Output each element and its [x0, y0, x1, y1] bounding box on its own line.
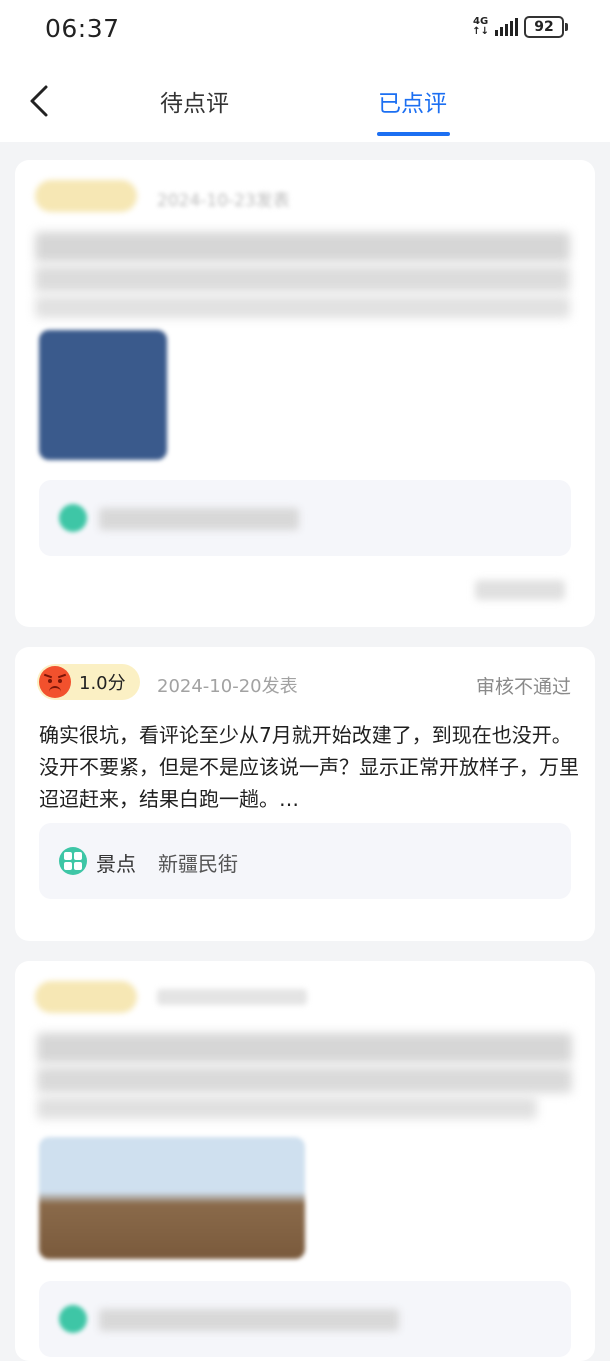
- review-text[interactable]: 确实很坑，看评论至少从7月就开始改建了，到现在也没开。没开不要紧，但是不是应该说…: [39, 719, 579, 815]
- review-date: 2024-10-20发表: [157, 676, 298, 697]
- review-date: 2024-10-23发表: [157, 191, 290, 211]
- score-pill: [35, 180, 137, 212]
- blurred-date: [157, 989, 307, 1005]
- battery-icon: 92: [524, 16, 568, 38]
- top-nav: 待点评 已点评: [0, 62, 610, 142]
- review-card[interactable]: 2024-10-23发表: [15, 160, 595, 627]
- tab-pending[interactable]: 待点评: [160, 84, 229, 118]
- blurred-text-line: [35, 266, 570, 292]
- attraction-icon: [59, 504, 87, 532]
- review-card[interactable]: 1.0分 2024-10-20发表 审核不通过 确实很坑，看评论至少从7月就开始…: [15, 647, 595, 941]
- signal-icon: [495, 18, 518, 36]
- place-name: 新疆民街: [158, 852, 238, 876]
- blurred-text-line: [37, 1033, 572, 1063]
- blurred-place-name: [99, 508, 299, 530]
- tab-active-indicator: [377, 132, 450, 136]
- place-box[interactable]: [39, 1281, 571, 1357]
- blurred-text-line: [37, 1097, 537, 1119]
- score-pill: 1.0分: [37, 664, 140, 700]
- attraction-icon: [59, 847, 87, 875]
- place-box[interactable]: [39, 480, 571, 556]
- review-score: 1.0分: [79, 673, 126, 694]
- status-icons: 4G ↑↓ 92: [472, 16, 568, 38]
- status-bar: 06:37 4G ↑↓ 92: [0, 0, 610, 62]
- place-box[interactable]: 景点 新疆民街: [39, 823, 571, 899]
- review-status: 审核不通过: [475, 676, 571, 698]
- angry-face-icon: [39, 666, 71, 698]
- network-icon: 4G ↑↓: [472, 16, 489, 37]
- blurred-text-line: [37, 1067, 572, 1093]
- review-card[interactable]: [15, 961, 595, 1361]
- score-pill: [35, 981, 137, 1013]
- back-icon[interactable]: [26, 84, 56, 118]
- review-photo[interactable]: [39, 1137, 305, 1259]
- place-type: 景点: [96, 852, 136, 876]
- tab-reviewed[interactable]: 已点评: [378, 84, 447, 118]
- blurred-text-line: [35, 232, 570, 262]
- review-photo[interactable]: [39, 330, 167, 460]
- status-time: 06:37: [45, 14, 120, 43]
- blurred-place-name: [99, 1309, 399, 1331]
- blurred-status: [475, 580, 565, 600]
- blurred-text-line: [35, 296, 570, 318]
- attraction-icon: [59, 1305, 87, 1333]
